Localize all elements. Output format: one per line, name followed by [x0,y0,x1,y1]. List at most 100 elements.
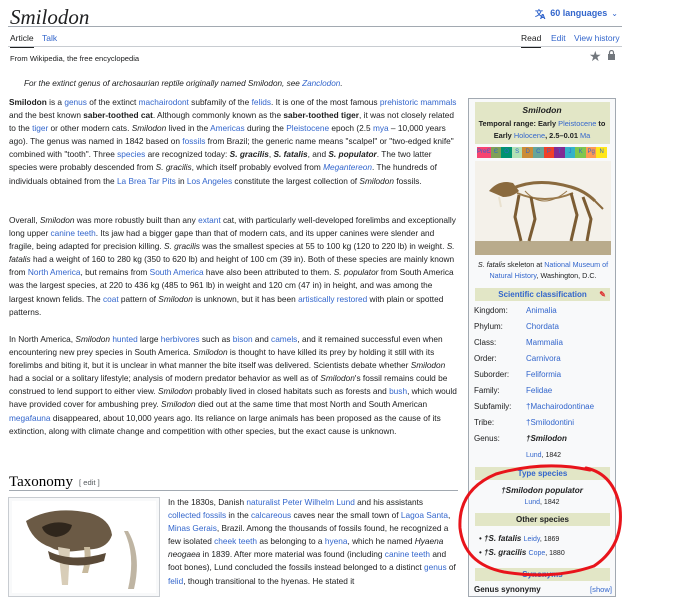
article-link[interactable]: tiger [32,123,48,133]
skull-image [12,501,156,593]
timeline-period[interactable]: D [522,147,533,158]
timeline-period[interactable]: K [575,147,586,158]
ma-link[interactable]: Ma [580,131,590,140]
site-subtitle: From Wikipedia, the free encyclopedia [10,54,140,63]
article-link[interactable]: hunted [112,334,137,344]
article-link[interactable]: artistically restored [298,294,367,304]
tab-edit[interactable]: Edit [551,32,566,44]
rank-value[interactable]: Mammalia [526,337,563,349]
article-link[interactable]: South America [150,267,204,277]
article-link[interactable]: prehistoric mammals [380,97,457,107]
intro-paragraph-2: Overall, Smilodon was more robustly buil… [9,215,456,317]
rank-label: Suborder: [474,370,510,379]
skeleton-picture [475,161,611,255]
rank-label: Kingdom: [474,306,508,315]
classification-row: Family: Felidae [474,385,614,401]
tab-talk[interactable]: Talk [42,32,57,44]
timeline-period[interactable]: C [532,147,544,158]
article-link[interactable]: felids [252,97,271,107]
star-icon[interactable]: ★ [589,46,602,66]
rank-value[interactable]: Carnivora [526,353,561,365]
article-link[interactable]: canine teeth [51,228,96,238]
article-link[interactable]: Americas [210,123,245,133]
header-divider [8,26,622,27]
article-link[interactable]: species [117,149,145,159]
skeleton-image[interactable] [475,161,611,255]
timeline-period[interactable]: N [596,147,608,158]
rank-value[interactable]: †Smilodontini [526,417,574,429]
article-link[interactable]: extant [198,215,221,225]
holocene-link[interactable]: Holocene [514,131,545,140]
rank-value: †Smilodon [526,434,567,443]
article-link[interactable]: Minas Gerais [168,523,217,533]
rank-value[interactable]: Animalia [526,305,557,317]
article-link[interactable]: naturalist [246,497,280,507]
intro-paragraph-3: In North America, Smilodon hunted large … [9,334,457,436]
geologic-timeline[interactable]: PreЄ Є O S D C P T J K Pg N [477,147,608,158]
article-link[interactable]: herbivores [161,334,200,344]
infobox-title: Smilodon [522,105,562,115]
article-link[interactable]: North America [28,267,81,277]
scientific-classification-header[interactable]: Scientific classification ✎ [475,288,610,301]
rank-label: Tribe: [474,418,495,427]
timeline-period[interactable]: S [511,147,523,158]
article-link[interactable]: Peter Wilhelm Lund [282,497,354,507]
timeline-period[interactable]: Є [490,147,502,158]
rank-value[interactable]: †Machairodontinae [526,401,594,413]
article-link[interactable]: Los Angeles [187,176,232,186]
rank-label: Family: [474,386,500,395]
classification-row: Class: Mammalia [474,337,614,353]
timeline-period[interactable]: P [543,147,555,158]
tabs-divider [8,46,622,47]
classification-row: Phylum: Chordata [474,321,614,337]
pencil-icon[interactable]: ✎ [599,288,606,301]
rank-value[interactable]: Felidae [526,385,552,397]
hatnote: For the extinct genus of archosaurian re… [24,79,343,88]
article-link[interactable]: fossils [182,136,205,146]
taxonomy-edit-link[interactable]: [ edit ] [79,477,100,488]
article-link[interactable]: cheek teeth [214,536,257,546]
article-link[interactable]: camels [271,334,297,344]
skull-figure[interactable] [8,497,160,597]
classification-row: Subfamily: †Machairodontinae [474,401,614,417]
article-link[interactable]: hyena [325,536,348,546]
article-link[interactable]: mya [373,123,389,133]
timeline-period[interactable]: Pg [585,147,597,158]
language-selector[interactable]: 文A 60 languages ⌄ [535,7,618,20]
classification-row: Suborder: Feliformia [474,369,614,385]
timeline-period[interactable]: PreЄ [477,147,491,158]
show-synonyms-button[interactable]: [show] [590,584,612,595]
article-link[interactable]: Megantereon [323,162,372,172]
article-link[interactable]: bison [233,334,253,344]
chevron-down-icon: ⌄ [611,8,618,18]
article-link[interactable]: La Brea Tar Pits [117,176,176,186]
article-link[interactable]: Pleistocene [286,123,329,133]
lock-icon[interactable] [607,50,616,60]
rank-label: Phylum: [474,322,503,331]
article-link[interactable]: collected fossils [168,510,226,520]
article-link[interactable]: machairodont [139,97,189,107]
genus-authority-link[interactable]: Lund [526,452,542,459]
article-link[interactable]: genus [64,97,87,107]
language-count: 60 languages [550,8,608,18]
article-link[interactable]: coat [103,294,119,304]
timeline-period[interactable]: J [564,147,576,158]
genus-authority: Lund, 1842 [526,452,562,459]
article-link[interactable]: canine teeth [385,549,430,559]
hatnote-link[interactable]: Zanclodon [302,79,340,88]
pleistocene-link[interactable]: Pleistocene [558,119,596,128]
article-link[interactable]: megafauna [9,413,51,423]
timeline-period[interactable]: T [554,147,565,158]
rank-value[interactable]: Chordata [526,321,559,333]
article-link[interactable]: calcareous [251,510,291,520]
rank-value[interactable]: Feliformia [526,369,561,381]
article-link[interactable]: Lagoa Santa [401,510,448,520]
rank-label: Class: [474,338,497,347]
temporal-range: Temporal range: Early Pleistocene to Ear… [478,119,606,140]
section-divider [9,490,458,491]
timeline-period[interactable]: O [501,147,512,158]
article-link[interactable]: bush [389,386,407,396]
article-link[interactable]: genus [424,562,447,572]
article-link[interactable]: felid [168,576,183,586]
tab-view-history[interactable]: View history [574,32,620,44]
